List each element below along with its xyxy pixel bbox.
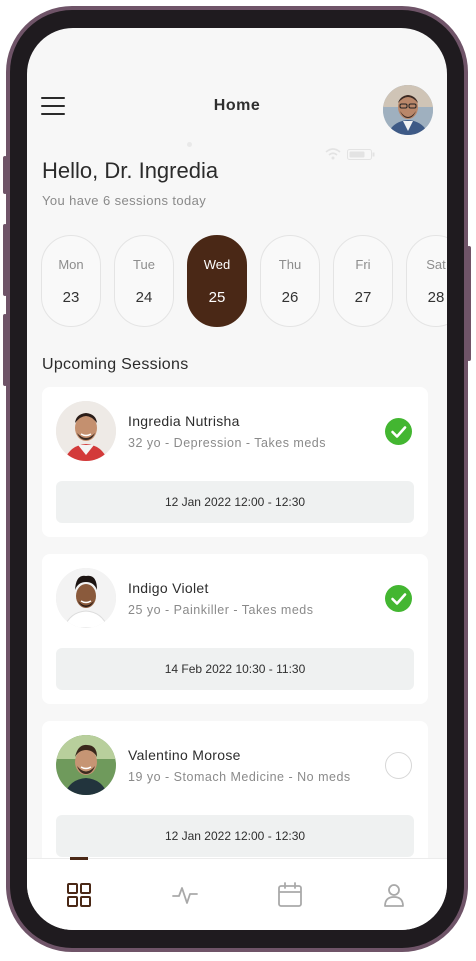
day-pill-mon[interactable]: Mon 23 <box>41 235 101 327</box>
day-name: Fri <box>355 257 371 272</box>
camera-dot <box>187 142 192 147</box>
session-card[interactable]: Valentino Morose 19 yo - Stomach Medicin… <box>42 721 428 871</box>
day-date: 24 <box>135 289 153 306</box>
session-unconfirmed-checkbox[interactable] <box>385 752 412 779</box>
day-selector: Mon 23 Tue 24 Wed 25 Thu 26 Fri 27 Sat 2… <box>41 235 447 327</box>
session-card[interactable]: Ingredia Nutrisha 32 yo - Depression - T… <box>42 387 428 537</box>
activity-pulse-icon <box>172 887 198 904</box>
tab-activity[interactable] <box>167 877 203 913</box>
active-tab-indicator <box>70 857 88 860</box>
calendar-icon <box>278 882 302 907</box>
phone-volume-down-button <box>3 314 7 386</box>
session-confirmed-checkbox[interactable] <box>385 585 412 612</box>
tab-profile[interactable] <box>376 877 412 913</box>
day-name: Sat <box>426 257 446 272</box>
profile-user-icon <box>384 884 404 907</box>
dashboard-grid-icon <box>67 883 91 907</box>
patient-name: Valentino Morose <box>128 747 241 763</box>
patient-info: 25 yo - Painkiller - Takes meds <box>128 603 314 617</box>
session-confirmed-checkbox[interactable] <box>385 418 412 445</box>
day-name: Thu <box>278 257 302 272</box>
battery-icon <box>347 149 375 160</box>
tab-dashboard[interactable] <box>61 877 97 913</box>
profile-avatar[interactable] <box>383 85 433 135</box>
bottom-tab-bar <box>27 857 447 930</box>
doctor-avatar-icon <box>383 85 433 135</box>
phone-frame: Home Hello, Dr. Ingredia You have 6 sess… <box>3 6 471 952</box>
patient-name: Ingredia Nutrisha <box>128 413 240 429</box>
patient-photo-icon <box>56 568 116 628</box>
day-date: 25 <box>208 289 226 306</box>
session-card[interactable]: Indigo Violet 25 yo - Painkiller - Takes… <box>42 554 428 704</box>
day-pill-sat[interactable]: Sat 28 <box>406 235 447 327</box>
session-time: 14 Feb 2022 10:30 - 11:30 <box>56 648 414 690</box>
patient-name: Indigo Violet <box>128 580 209 596</box>
day-date: 28 <box>427 289 445 306</box>
patient-photo-icon <box>56 735 116 795</box>
patient-avatar <box>56 735 116 795</box>
app-header: Home <box>27 83 447 135</box>
day-name: Wed <box>203 257 231 272</box>
patient-info: 19 yo - Stomach Medicine - No meds <box>128 770 351 784</box>
day-pill-fri[interactable]: Fri 27 <box>333 235 393 327</box>
patient-avatar <box>56 401 116 461</box>
patient-info: 32 yo - Depression - Takes meds <box>128 436 326 450</box>
session-time: 12 Jan 2022 12:00 - 12:30 <box>56 481 414 523</box>
phone-side-button <box>3 156 7 194</box>
patient-photo-icon <box>56 401 116 461</box>
wifi-icon <box>325 148 341 160</box>
session-time: 12 Jan 2022 12:00 - 12:30 <box>56 815 414 857</box>
greeting-title: Hello, Dr. Ingredia <box>42 158 219 183</box>
upcoming-sessions-title: Upcoming Sessions <box>42 356 189 373</box>
phone-volume-up-button <box>3 224 7 296</box>
day-date: 26 <box>281 289 299 306</box>
checkmark-icon <box>391 593 407 605</box>
app-screen: Home Hello, Dr. Ingredia You have 6 sess… <box>27 28 447 930</box>
phone-bezel: Home Hello, Dr. Ingredia You have 6 sess… <box>10 10 464 948</box>
day-pill-tue[interactable]: Tue 24 <box>114 235 174 327</box>
day-date: 23 <box>62 289 80 306</box>
day-pill-wed[interactable]: Wed 25 <box>187 235 247 327</box>
day-name: Mon <box>58 257 84 272</box>
patient-avatar <box>56 568 116 628</box>
tab-calendar[interactable] <box>272 877 308 913</box>
checkmark-icon <box>391 426 407 438</box>
phone-power-button <box>467 246 471 361</box>
day-date: 27 <box>354 289 372 306</box>
greeting-subtitle: You have 6 sessions today <box>42 193 207 208</box>
day-pill-thu[interactable]: Thu 26 <box>260 235 320 327</box>
day-name: Tue <box>133 257 155 272</box>
